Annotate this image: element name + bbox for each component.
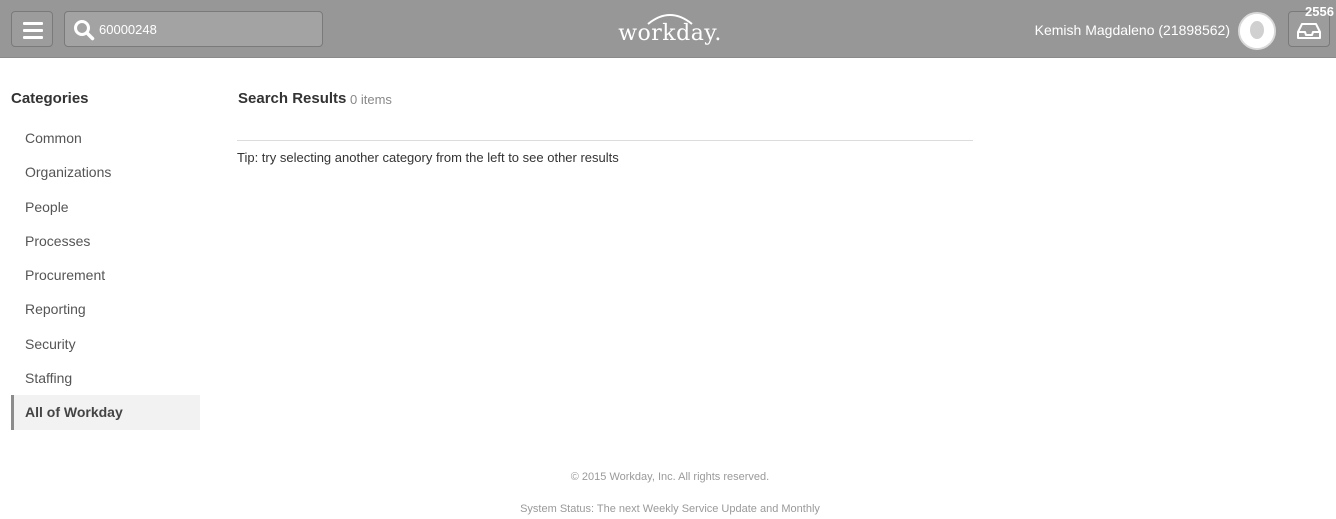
workday-logo[interactable]: workday. xyxy=(618,8,722,50)
top-header: workday. Kemish Magdaleno (21898562) 255… xyxy=(0,0,1336,58)
sidebar-item-label: Organizations xyxy=(25,164,112,181)
search-icon[interactable] xyxy=(72,18,96,42)
hamburger-menu-icon xyxy=(23,22,43,25)
results-divider xyxy=(237,140,973,141)
sidebar-item-reporting[interactable]: Reporting xyxy=(11,292,200,326)
sidebar-item-people[interactable]: People xyxy=(11,190,200,224)
sidebar-item-label: Staffing xyxy=(25,370,73,387)
search-input[interactable] xyxy=(99,18,314,40)
user-name[interactable]: Kemish Magdaleno (21898562) xyxy=(1035,22,1230,38)
footer-system-status-link[interactable]: System Status: The next Weekly Service U… xyxy=(0,503,1336,515)
footer-copyright: © 2015 Workday, Inc. All rights reserved… xyxy=(570,471,770,483)
sidebar-item-all-of-workday[interactable]: All of Workday xyxy=(11,395,200,430)
search-box[interactable] xyxy=(64,11,323,47)
sidebar-item-organizations[interactable]: Organizations xyxy=(11,155,200,189)
sidebar-item-security[interactable]: Security xyxy=(11,327,200,361)
hamburger-menu-button[interactable] xyxy=(11,11,53,47)
inbox-badge-count: 2556 xyxy=(1305,4,1334,19)
user-avatar[interactable] xyxy=(1238,12,1276,50)
search-results-count: 0 items xyxy=(350,92,392,107)
sidebar-item-label: Security xyxy=(25,335,76,352)
sidebar-item-label: All of Workday xyxy=(25,404,123,421)
categories-list: Common Organizations People Processes Pr… xyxy=(11,121,200,430)
avatar-icon xyxy=(1240,14,1274,48)
hamburger-menu-icon-bar xyxy=(23,36,43,39)
sidebar-item-processes[interactable]: Processes xyxy=(11,224,200,258)
search-results-title: Search Results xyxy=(238,90,347,107)
search-tip: Tip: try selecting another category from… xyxy=(237,150,619,165)
sidebar-item-label: Reporting xyxy=(25,301,86,318)
sidebar-item-label: Procurement xyxy=(25,267,106,284)
sidebar-item-procurement[interactable]: Procurement xyxy=(11,258,200,292)
sidebar-item-common[interactable]: Common xyxy=(11,121,200,155)
sidebar-item-label: Processes xyxy=(25,232,91,249)
sidebar-item-staffing[interactable]: Staffing xyxy=(11,361,200,395)
categories-heading: Categories xyxy=(11,90,89,107)
hamburger-menu-icon-bar xyxy=(23,29,43,32)
sidebar-item-label: Common xyxy=(25,130,82,146)
sidebar-item-label: People xyxy=(25,198,69,215)
logo-text: workday. xyxy=(618,21,722,46)
